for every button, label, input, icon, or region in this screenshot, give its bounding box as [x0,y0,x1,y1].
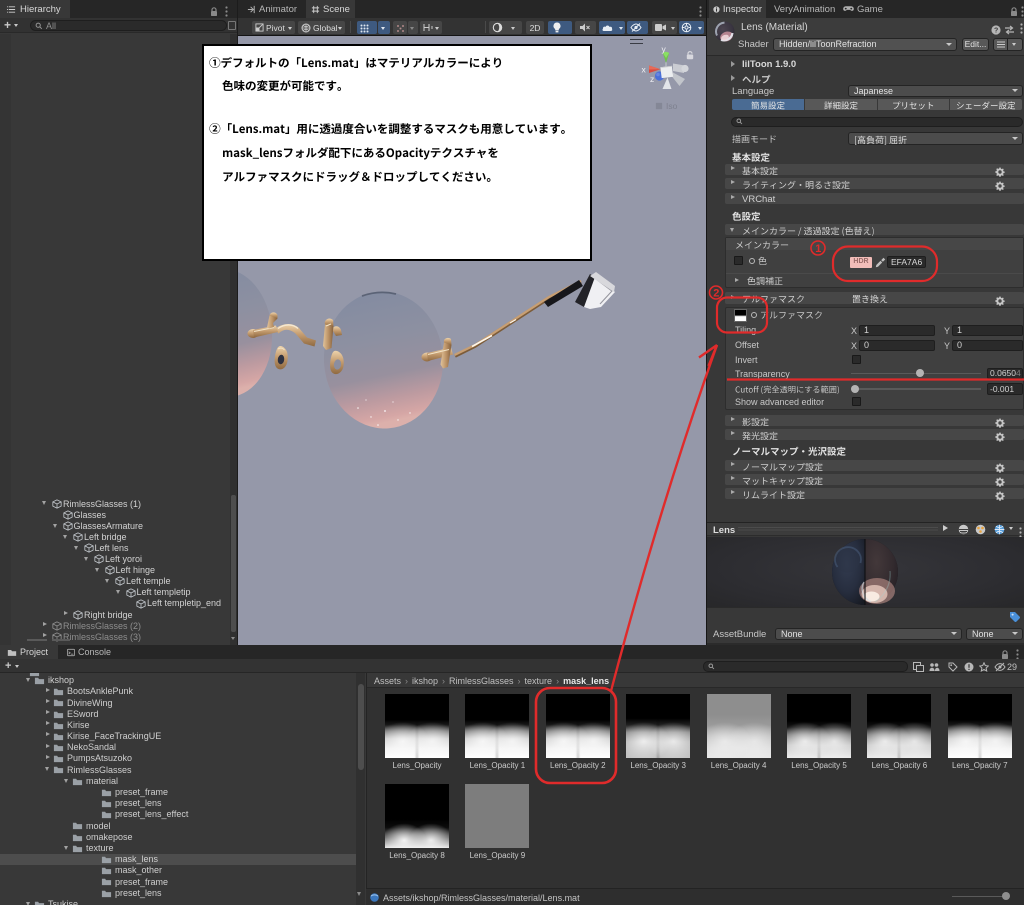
svg-text:x: x [642,65,647,75]
svg-text:?: ? [994,27,998,34]
svg-text:z: z [650,74,654,84]
